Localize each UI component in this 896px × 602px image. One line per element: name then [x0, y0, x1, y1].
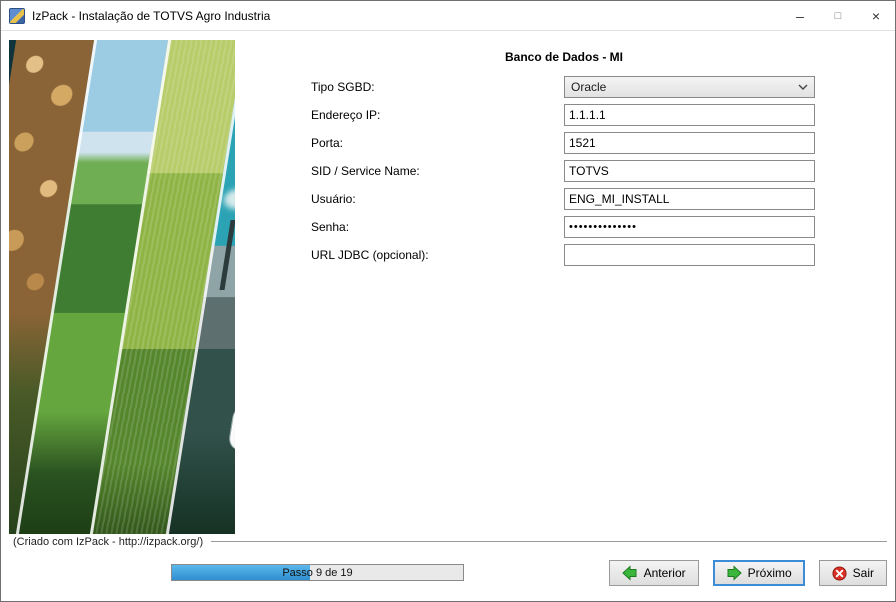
- quit-button[interactable]: Sair: [818, 560, 887, 586]
- quit-icon: [832, 565, 847, 581]
- ip-label: Endereço IP:: [311, 108, 381, 122]
- credit-row: (Criado com IzPack - http://izpack.org/): [13, 536, 887, 548]
- form-row-sgbd: Tipo SGBD: Oracle: [311, 76, 815, 98]
- jdbc-label: URL JDBC (opcional):: [311, 248, 429, 262]
- smoke-plume: [222, 188, 235, 209]
- arrow-left-icon: [621, 565, 637, 581]
- jdbc-input[interactable]: [564, 244, 815, 266]
- install-progress-bar: Passo 9 de 19: [171, 564, 464, 581]
- storage-tank: [227, 404, 235, 450]
- window-controls: – □ ×: [781, 1, 895, 30]
- arrow-right-icon: [727, 565, 742, 581]
- quit-button-label: Sair: [852, 566, 874, 580]
- izpack-app-icon: [9, 7, 25, 24]
- smokestack: [219, 219, 235, 290]
- password-label: Senha:: [311, 220, 350, 234]
- form-row-jdbc: URL JDBC (opcional):: [311, 244, 815, 266]
- form-row-user: Usuário:: [311, 188, 815, 210]
- port-label: Porta:: [311, 136, 344, 150]
- close-button[interactable]: ×: [857, 1, 895, 30]
- user-input[interactable]: [564, 188, 815, 210]
- form-row-sid: SID / Service Name:: [311, 160, 815, 182]
- user-label: Usuário:: [311, 192, 356, 206]
- nav-buttons: Anterior Próximo Sair: [608, 560, 887, 586]
- sgbd-selected-value: Oracle: [571, 80, 607, 94]
- form-row-port: Porta:: [311, 132, 815, 154]
- password-input[interactable]: [564, 216, 815, 238]
- sgbd-label: Tipo SGBD:: [311, 80, 375, 94]
- port-input[interactable]: [564, 132, 815, 154]
- progress-label: Passo 9 de 19: [282, 566, 353, 579]
- sgbd-select[interactable]: Oracle: [564, 76, 815, 98]
- previous-button[interactable]: Anterior: [608, 560, 699, 586]
- minimize-button[interactable]: –: [781, 1, 819, 30]
- chevron-down-icon: [798, 84, 808, 90]
- side-photo-collage: [9, 40, 235, 534]
- izpack-credit: (Criado com IzPack - http://izpack.org/): [13, 536, 204, 548]
- database-form: Tipo SGBD: Oracle Endereço IP: Porta: SI…: [311, 76, 815, 272]
- next-button[interactable]: Próximo: [712, 560, 805, 586]
- previous-button-label: Anterior: [643, 566, 686, 580]
- separator-line: [211, 541, 887, 543]
- maximize-button[interactable]: □: [819, 1, 857, 30]
- form-row-password: Senha:: [311, 216, 815, 238]
- ip-input[interactable]: [564, 104, 815, 126]
- form-row-ip: Endereço IP:: [311, 104, 815, 126]
- main-area: Banco de Dados - MI Tipo SGBD: Oracle En…: [1, 32, 895, 601]
- sid-label: SID / Service Name:: [311, 164, 420, 178]
- sid-input[interactable]: [564, 160, 815, 182]
- next-button-label: Próximo: [747, 566, 792, 580]
- bottom-bar: Passo 9 de 19 Anterior Próximo Sair: [9, 556, 887, 590]
- page-title: Banco de Dados - MI: [504, 50, 623, 64]
- title-bar: IzPack - Instalação de TOTVS Agro Indust…: [1, 1, 895, 31]
- installer-window: { "window": { "title": "IzPack - Instala…: [0, 0, 896, 602]
- window-title: IzPack - Instalação de TOTVS Agro Indust…: [32, 8, 271, 23]
